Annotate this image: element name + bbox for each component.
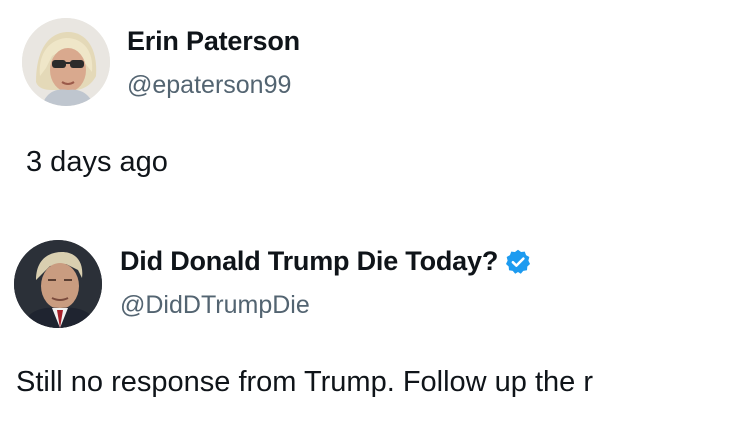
post-erin-paterson: Erin Paterson @epaterson99 3 days ago — [0, 0, 754, 200]
avatar-man-icon — [14, 240, 102, 328]
post-timestamp: 3 days ago — [26, 146, 168, 178]
avatar[interactable] — [14, 240, 102, 328]
user-handle[interactable]: @epaterson99 — [127, 71, 291, 100]
display-name[interactable]: Erin Paterson — [127, 26, 300, 57]
verified-badge-icon — [504, 248, 532, 276]
user-handle[interactable]: @DidDTrumpDie — [120, 291, 310, 320]
display-name[interactable]: Did Donald Trump Die Today? — [120, 246, 498, 277]
avatar-woman-icon — [22, 18, 110, 106]
post-did-trump-die: Did Donald Trump Die Today? @DidDTrumpDi… — [0, 228, 754, 424]
name-row: Did Donald Trump Die Today? — [120, 246, 532, 277]
avatar[interactable] — [22, 18, 110, 106]
post-text: Still no response from Trump. Follow up … — [16, 366, 594, 398]
